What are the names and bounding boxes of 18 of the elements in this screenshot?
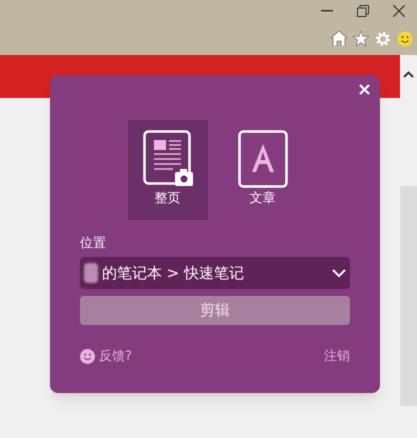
clip-mode-option[interactable]: 整页 <box>128 120 208 220</box>
page-camera-icon <box>142 130 192 188</box>
article-letter-icon <box>238 130 288 188</box>
chevron-down-icon <box>332 268 346 278</box>
smiley-icon[interactable] <box>397 30 413 46</box>
sign-out-link[interactable]: 注销 <box>324 347 350 366</box>
blurred-block <box>84 263 98 283</box>
clip-mode-option[interactable]: 文章 <box>222 120 302 220</box>
minimize-icon[interactable] <box>321 10 333 12</box>
home-icon[interactable] <box>331 31 347 46</box>
close-icon[interactable] <box>393 5 405 17</box>
location-dropdown[interactable]: 的笔记本 > 快速笔记 <box>80 257 350 289</box>
location-label: 位置 <box>80 237 107 250</box>
restore-icon[interactable] <box>357 5 369 17</box>
star-icon[interactable] <box>353 31 369 46</box>
feedback-link[interactable]: 反馈? <box>99 347 132 366</box>
smiley-icon <box>80 349 95 364</box>
scroll-up-icon[interactable] <box>403 71 414 78</box>
